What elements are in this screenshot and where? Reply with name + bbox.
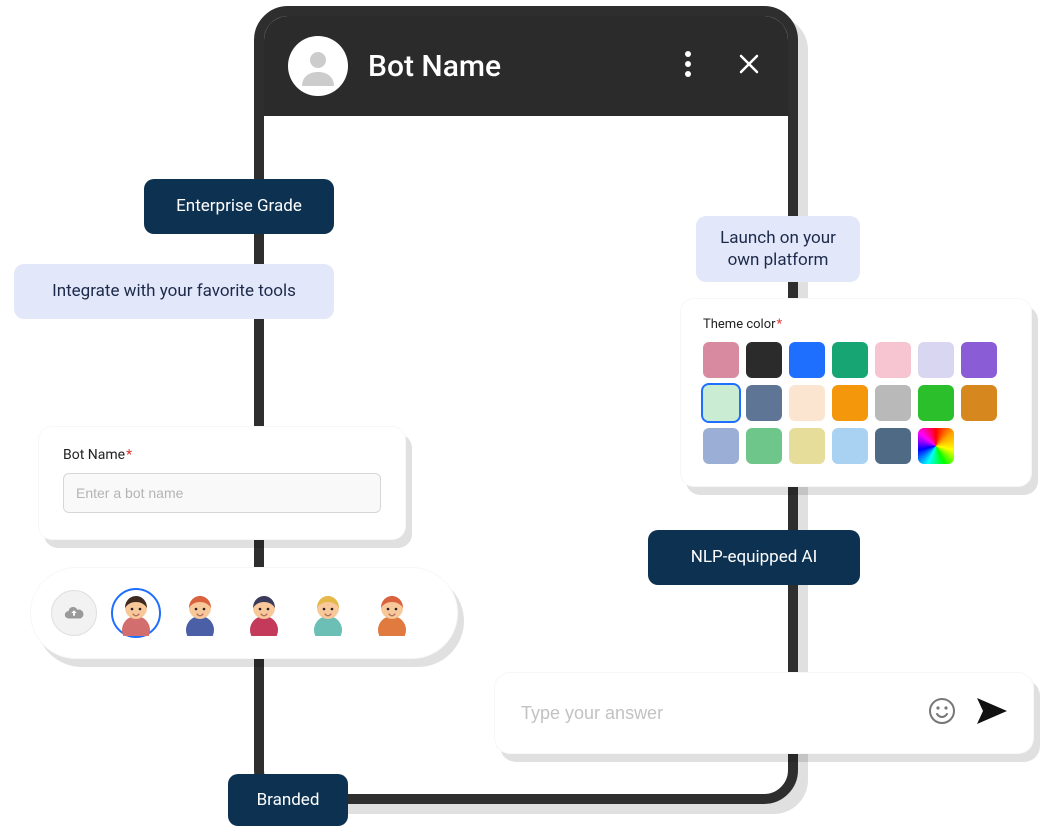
menu-kebab-icon[interactable] bbox=[680, 46, 696, 86]
color-swatch[interactable] bbox=[746, 385, 782, 421]
color-swatch[interactable] bbox=[789, 342, 825, 378]
color-swatch[interactable] bbox=[875, 428, 911, 464]
badge-enterprise: Enterprise Grade bbox=[144, 179, 334, 234]
color-swatch[interactable] bbox=[703, 428, 739, 464]
chat-input-bar bbox=[494, 672, 1034, 754]
color-swatch[interactable] bbox=[789, 385, 825, 421]
color-swatch[interactable] bbox=[961, 342, 997, 378]
color-swatch[interactable] bbox=[703, 342, 739, 378]
close-icon[interactable] bbox=[734, 49, 764, 83]
required-asterisk: * bbox=[777, 317, 783, 332]
color-swatch[interactable] bbox=[832, 342, 868, 378]
color-picker-swatch[interactable] bbox=[918, 428, 954, 464]
botname-input[interactable] bbox=[63, 473, 381, 513]
phone-header: Bot Name bbox=[264, 16, 788, 116]
color-swatch[interactable] bbox=[789, 428, 825, 464]
emoji-icon[interactable] bbox=[927, 696, 957, 730]
color-swatch[interactable] bbox=[746, 428, 782, 464]
avatar-option[interactable] bbox=[239, 588, 289, 638]
avatar-option[interactable] bbox=[111, 588, 161, 638]
avatar-option[interactable] bbox=[175, 588, 225, 638]
upload-avatar-button[interactable] bbox=[51, 590, 97, 636]
badge-branded: Branded bbox=[228, 774, 348, 826]
avatar-option[interactable] bbox=[303, 588, 353, 638]
badge-label: NLP-equipped AI bbox=[691, 546, 818, 568]
color-swatch[interactable] bbox=[918, 342, 954, 378]
color-swatch[interactable] bbox=[832, 385, 868, 421]
avatar-picker bbox=[30, 567, 458, 659]
bot-avatar bbox=[288, 36, 348, 96]
badge-label: Launch on your own platform bbox=[720, 227, 836, 271]
color-swatch-grid bbox=[703, 342, 1009, 464]
badge-launch: Launch on your own platform bbox=[696, 216, 860, 282]
color-swatch[interactable] bbox=[832, 428, 868, 464]
avatar-option[interactable] bbox=[367, 588, 417, 638]
color-swatch[interactable] bbox=[875, 342, 911, 378]
theme-card: Theme color* bbox=[680, 298, 1032, 487]
theme-label: Theme color* bbox=[703, 317, 1009, 332]
color-swatch[interactable] bbox=[746, 342, 782, 378]
send-icon[interactable] bbox=[975, 696, 1009, 730]
badge-label: Branded bbox=[257, 789, 320, 811]
chat-input[interactable] bbox=[519, 702, 915, 725]
color-swatch[interactable] bbox=[703, 385, 739, 421]
color-swatch[interactable] bbox=[918, 385, 954, 421]
badge-nlp: NLP-equipped AI bbox=[648, 530, 860, 585]
badge-integrate: Integrate with your favorite tools bbox=[14, 264, 334, 319]
color-swatch[interactable] bbox=[875, 385, 911, 421]
color-swatch[interactable] bbox=[961, 385, 997, 421]
botname-card: Bot Name* bbox=[38, 426, 406, 540]
badge-label: Integrate with your favorite tools bbox=[52, 280, 296, 302]
cloud-upload-icon bbox=[63, 602, 85, 624]
required-asterisk: * bbox=[126, 447, 132, 463]
window-title: Bot Name bbox=[368, 49, 660, 84]
person-icon bbox=[298, 46, 338, 86]
badge-label: Enterprise Grade bbox=[176, 195, 302, 217]
botname-label: Bot Name* bbox=[63, 447, 381, 463]
